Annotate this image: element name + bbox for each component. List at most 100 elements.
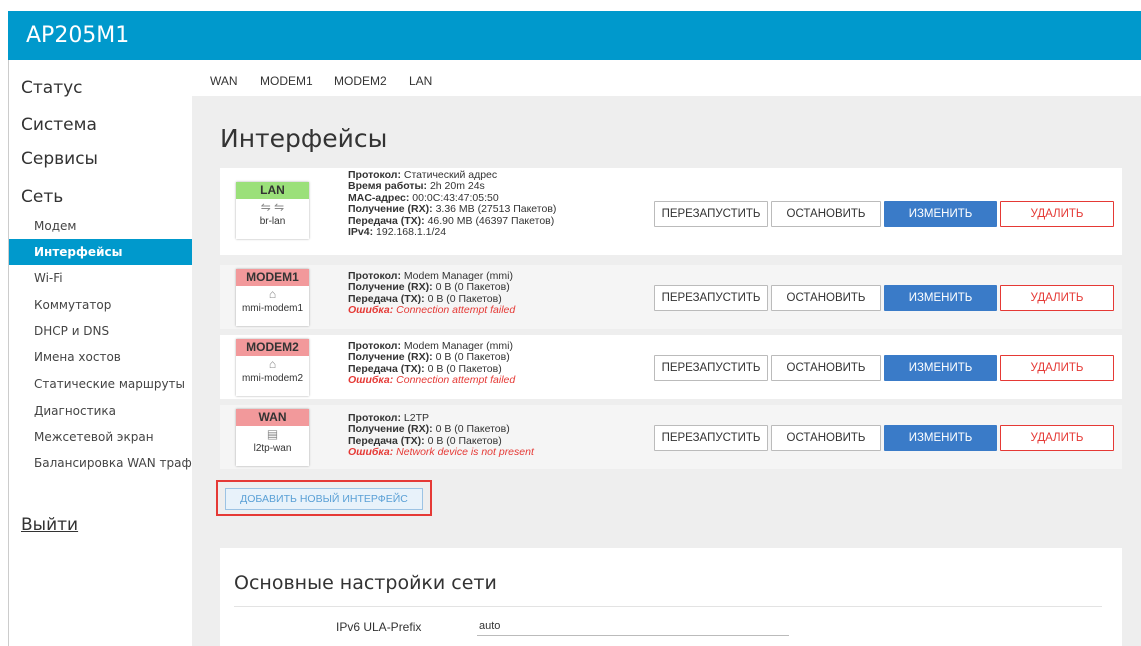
- tx-label: Передача (TX):: [348, 214, 425, 227]
- tx-label: Передача (TX):: [348, 362, 425, 375]
- error-message: Connection attempt failed: [396, 374, 516, 387]
- sidebar-item-wan-balancing[interactable]: Балансировка WAN трафика: [9, 450, 193, 476]
- error-label: Ошибка:: [348, 374, 394, 387]
- rx-value: 0 B (0 Пакетов): [435, 351, 510, 364]
- sidebar-item-static-routes[interactable]: Статические маршруты: [9, 371, 193, 397]
- restart-button[interactable]: ПЕРЕЗАПУСТИТЬ: [654, 425, 768, 451]
- rx-label: Получение (RX):: [348, 351, 433, 364]
- interface-device: br-lan: [259, 216, 286, 227]
- sidebar-item-dhcp-dns[interactable]: DHCP и DNS: [9, 318, 193, 344]
- tab-modem2[interactable]: MODEM2: [334, 74, 387, 88]
- ethernet-icon: ⌂: [268, 357, 277, 371]
- error-label: Ошибка:: [348, 446, 394, 459]
- tx-value: 0 B (0 Пакетов): [427, 292, 502, 305]
- sidebar-item-network[interactable]: Сеть: [21, 187, 63, 207]
- restart-button[interactable]: ПЕРЕЗАПУСТИТЬ: [654, 355, 768, 381]
- delete-button[interactable]: УДАЛИТЬ: [1000, 425, 1114, 451]
- interface-device: mmi-modem1: [241, 303, 304, 314]
- sidebar-item-modem[interactable]: Модем: [9, 213, 193, 239]
- interface-info: Протокол: Статический адрес Время работы…: [348, 169, 557, 239]
- interface-name: MODEM1: [236, 269, 309, 286]
- tx-value: 0 B (0 Пакетов): [427, 362, 502, 375]
- rx-value: 3.36 MB (27513 Пакетов): [435, 203, 557, 216]
- sidebar-item-firewall[interactable]: Межсетевой экран: [9, 424, 193, 450]
- ethernet-icon: ⌂: [268, 287, 277, 301]
- tab-modem1[interactable]: MODEM1: [260, 74, 313, 88]
- sidebar: Статус Система Сервисы Сеть Модем Интерф…: [8, 60, 193, 646]
- uptime-label: Время работы:: [348, 180, 428, 193]
- error-label: Ошибка:: [348, 304, 394, 317]
- header-bar: AP205M1: [8, 11, 1141, 60]
- edit-button[interactable]: ИЗМЕНИТЬ: [884, 201, 997, 227]
- sidebar-item-system[interactable]: Система: [21, 115, 97, 135]
- protocol-value: L2TP: [403, 412, 429, 424]
- tx-label: Передача (TX):: [348, 434, 425, 447]
- tab-wan[interactable]: WAN: [210, 74, 238, 88]
- delete-button[interactable]: УДАЛИТЬ: [1000, 355, 1114, 381]
- add-interface-highlight: ДОБАВИТЬ НОВЫЙ ИНТЕРФЕЙС: [216, 480, 432, 516]
- page-title: Интерфейсы: [220, 124, 388, 153]
- protocol-label: Протокол:: [348, 412, 401, 424]
- interface-badge-lan[interactable]: LAN ⇋ ⇋ br-lan: [236, 182, 309, 239]
- interface-badge-wan[interactable]: WAN ▤ l2tp-wan: [236, 409, 309, 466]
- tx-value: 46.90 MB (46397 Пакетов): [427, 214, 555, 227]
- interface-name: MODEM2: [236, 339, 309, 356]
- edit-button[interactable]: ИЗМЕНИТЬ: [884, 425, 997, 451]
- protocol-label: Протокол:: [348, 340, 401, 352]
- mac-value: 00:0C:43:47:05:50: [412, 191, 499, 204]
- main-content: WAN MODEM1 MODEM2 LAN Интерфейсы LAN ⇋ ⇋…: [192, 60, 1141, 646]
- sidebar-item-hostnames[interactable]: Имена хостов: [9, 344, 193, 370]
- delete-button[interactable]: УДАЛИТЬ: [1000, 285, 1114, 311]
- rx-value: 0 B (0 Пакетов): [435, 281, 510, 294]
- protocol-label: Протокол:: [348, 169, 401, 181]
- sidebar-item-diagnostics[interactable]: Диагностика: [9, 398, 193, 424]
- rx-label: Получение (RX):: [348, 423, 433, 436]
- sidebar-item-wifi[interactable]: Wi-Fi: [9, 265, 193, 291]
- sidebar-item-status[interactable]: Статус: [21, 78, 83, 98]
- interface-info: Протокол: Modem Manager (mmi) Получение …: [348, 270, 516, 317]
- app-title[interactable]: AP205M1: [26, 23, 129, 48]
- uptime-value: 2h 20m 24s: [429, 180, 485, 193]
- ipv6-ula-prefix-input[interactable]: [477, 616, 789, 636]
- tunnel-icon: ▤: [266, 427, 279, 441]
- interface-info: Протокол: Modem Manager (mmi) Получение …: [348, 340, 516, 387]
- interface-badge-modem1[interactable]: MODEM1 ⌂ mmi-modem1: [236, 269, 309, 326]
- protocol-value: Modem Manager (mmi): [403, 340, 513, 352]
- interface-row-lan: LAN ⇋ ⇋ br-lan Протокол: Статический адр…: [220, 168, 1122, 255]
- protocol-value: Статический адрес: [403, 169, 498, 181]
- tx-label: Передача (TX):: [348, 292, 425, 305]
- sidebar-item-switch[interactable]: Коммутатор: [9, 292, 193, 318]
- sidebar-item-services[interactable]: Сервисы: [21, 149, 98, 169]
- edit-button[interactable]: ИЗМЕНИТЬ: [884, 285, 997, 311]
- global-settings-panel: Основные настройки сети IPv6 ULA-Prefix: [220, 548, 1122, 646]
- interface-info: Протокол: L2TP Получение (RX): 0 B (0 Па…: [348, 412, 534, 459]
- interface-badge-modem2[interactable]: MODEM2 ⌂ mmi-modem2: [236, 339, 309, 396]
- logout-link[interactable]: Выйти: [21, 515, 78, 535]
- delete-button[interactable]: УДАЛИТЬ: [1000, 201, 1114, 227]
- stop-button[interactable]: ОСТАНОВИТЬ: [771, 285, 881, 311]
- interface-row-modem1: MODEM1 ⌂ mmi-modem1 Протокол: Modem Mana…: [220, 265, 1122, 329]
- interface-device: l2tp-wan: [253, 443, 292, 454]
- error-message: Connection attempt failed: [396, 304, 516, 317]
- rx-label: Получение (RX):: [348, 281, 433, 294]
- restart-button[interactable]: ПЕРЕЗАПУСТИТЬ: [654, 285, 768, 311]
- interface-name: LAN: [236, 182, 309, 199]
- divider: [234, 606, 1102, 607]
- ipv4-label: IPv4:: [348, 226, 374, 239]
- ipv6-ula-prefix-label: IPv6 ULA-Prefix: [336, 620, 422, 634]
- sidebar-item-interfaces[interactable]: Интерфейсы: [9, 239, 193, 265]
- tab-lan[interactable]: LAN: [409, 74, 432, 88]
- protocol-label: Протокол:: [348, 270, 401, 282]
- rx-label: Получение (RX):: [348, 203, 433, 216]
- interface-name: WAN: [236, 409, 309, 426]
- add-interface-button[interactable]: ДОБАВИТЬ НОВЫЙ ИНТЕРФЕЙС: [225, 488, 423, 510]
- edit-button[interactable]: ИЗМЕНИТЬ: [884, 355, 997, 381]
- interface-row-wan: WAN ▤ l2tp-wan Протокол: L2TP Получение …: [220, 405, 1122, 469]
- stop-button[interactable]: ОСТАНОВИТЬ: [771, 355, 881, 381]
- error-message: Network device is not present: [396, 446, 534, 459]
- restart-button[interactable]: ПЕРЕЗАПУСТИТЬ: [654, 201, 768, 227]
- tx-value: 0 B (0 Пакетов): [427, 434, 502, 447]
- global-settings-title: Основные настройки сети: [234, 572, 497, 594]
- stop-button[interactable]: ОСТАНОВИТЬ: [771, 425, 881, 451]
- stop-button[interactable]: ОСТАНОВИТЬ: [771, 201, 881, 227]
